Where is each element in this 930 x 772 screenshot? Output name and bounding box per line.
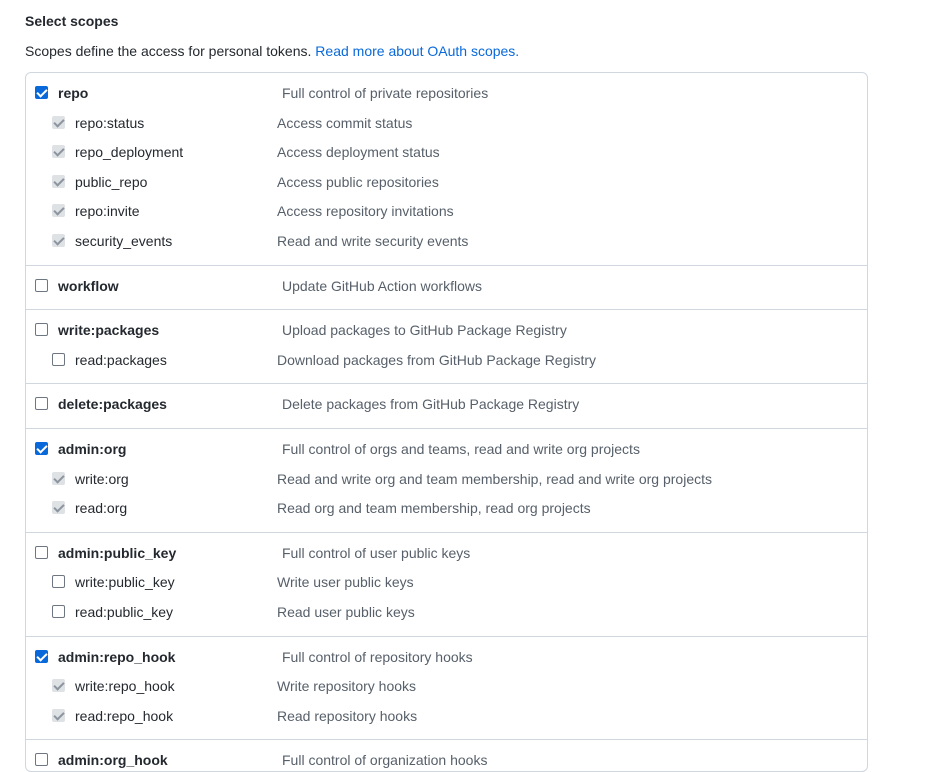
scope-checkbox[interactable] bbox=[35, 649, 48, 663]
sub-scope-row: repo_deployment Access deployment status bbox=[26, 140, 867, 170]
sub-scope-name: repo:status bbox=[75, 114, 145, 131]
scope-row: write:packages Upload packages to GitHub … bbox=[26, 318, 867, 348]
scope-name[interactable]: admin:repo_hook bbox=[58, 648, 175, 666]
sub-scope-row: read:packages Download packages from GitH… bbox=[26, 348, 867, 378]
scope-checkbox[interactable] bbox=[35, 753, 48, 767]
sub-scope-name[interactable]: write:public_key bbox=[75, 573, 175, 591]
scopes-list: repo Full control of private repositories… bbox=[25, 72, 868, 772]
sub-scope-row: security_events Read and write security e… bbox=[26, 229, 867, 259]
sub-scope-checkbox[interactable] bbox=[52, 352, 65, 366]
scope-checkbox[interactable] bbox=[35, 441, 48, 455]
sub-scope-row: repo:invite Access repository invitations bbox=[26, 199, 867, 229]
scope-group-delete-packages: delete:packages Delete packages from GitH… bbox=[26, 384, 867, 429]
scope-name[interactable]: admin:org bbox=[58, 440, 126, 458]
sub-scope-description: Download packages from GitHub Package Re… bbox=[277, 351, 597, 368]
sub-scope-name: public_repo bbox=[75, 173, 148, 190]
scope-checkbox[interactable] bbox=[35, 545, 48, 559]
scope-row: repo Full control of private repositories bbox=[26, 81, 867, 111]
sub-scope-row: read:org Read org and team membership, re… bbox=[26, 496, 867, 526]
sub-scope-checkbox bbox=[52, 204, 65, 218]
scopes-note-text: Scopes define the access for personal to… bbox=[25, 43, 312, 59]
sub-scope-checkbox bbox=[52, 471, 65, 485]
sub-scope-row: public_repo Access public repositories bbox=[26, 170, 867, 200]
scope-description: Full control of orgs and teams, read and… bbox=[282, 440, 640, 457]
sub-scope-name: read:org bbox=[75, 500, 128, 517]
sub-scope-row: write:repo_hook Write repository hooks bbox=[26, 674, 867, 704]
scope-description: Update GitHub Action workflows bbox=[282, 277, 482, 294]
scope-checkbox[interactable] bbox=[35, 278, 48, 292]
scope-checkbox[interactable] bbox=[35, 86, 48, 99]
sub-scope-checkbox[interactable] bbox=[52, 575, 65, 589]
sub-scope-row: read:public_key Read user public keys bbox=[26, 600, 867, 630]
scope-checkbox[interactable] bbox=[35, 397, 48, 411]
scope-group-repo: repo Full control of private repositories… bbox=[26, 73, 867, 266]
scope-row: admin:public_key Full control of user pub… bbox=[26, 541, 867, 571]
oauth-scopes-link[interactable]: Read more about OAuth scopes. bbox=[315, 43, 519, 59]
sub-scope-description: Access repository invitations bbox=[277, 203, 454, 220]
sub-scope-name: write:repo_hook bbox=[75, 678, 175, 695]
sub-scope-name: repo:invite bbox=[75, 203, 140, 220]
scope-group-admin-public-key: admin:public_key Full control of user pub… bbox=[26, 533, 867, 637]
sub-scope-description: Read and write security events bbox=[277, 232, 469, 249]
sub-scope-description: Read and write org and team membership, … bbox=[277, 470, 712, 487]
scope-group-admin-org-hook: admin:org_hook Full control of organizati… bbox=[26, 740, 867, 771]
sub-scope-checkbox bbox=[52, 679, 65, 693]
scope-name[interactable]: workflow bbox=[58, 277, 119, 295]
sub-scope-name: read:repo_hook bbox=[75, 707, 174, 724]
scopes-note: Scopes define the access for personal to… bbox=[25, 41, 519, 61]
scope-group-workflow: workflow Update GitHub Action workflows bbox=[26, 266, 867, 311]
sub-scope-row: write:org Read and write org and team mem… bbox=[26, 467, 867, 497]
scope-description: Full control of user public keys bbox=[282, 544, 471, 561]
scope-description: Upload packages to GitHub Package Regist… bbox=[282, 322, 567, 339]
sub-scope-checkbox bbox=[52, 708, 65, 722]
sub-scope-checkbox bbox=[52, 233, 65, 247]
scope-row: delete:packages Delete packages from GitH… bbox=[26, 392, 867, 422]
sub-scope-description: Write repository hooks bbox=[277, 678, 417, 695]
sub-scope-checkbox[interactable] bbox=[52, 604, 65, 618]
scope-description: Full control of private repositories bbox=[282, 85, 489, 101]
sub-scope-checkbox bbox=[52, 115, 65, 129]
sub-scope-description: Read org and team membership, read org p… bbox=[277, 500, 591, 517]
sub-scope-name: security_events bbox=[75, 232, 173, 249]
scope-name[interactable]: delete:packages bbox=[58, 395, 167, 413]
scope-description: Delete packages from GitHub Package Regi… bbox=[282, 396, 580, 413]
sub-scope-row: read:repo_hook Read repository hooks bbox=[26, 704, 867, 734]
select-scopes-heading: Select scopes bbox=[25, 13, 119, 29]
sub-scope-name[interactable]: read:packages bbox=[75, 351, 167, 369]
sub-scope-row: repo:status Access commit status bbox=[26, 111, 867, 141]
scope-group-write-packages: write:packages Upload packages to GitHub … bbox=[26, 310, 867, 385]
sub-scope-description: Access public repositories bbox=[277, 173, 439, 190]
sub-scope-description: Read repository hooks bbox=[277, 707, 418, 724]
scopes-page: Select scopes Scopes define the access f… bbox=[0, 0, 930, 772]
sub-scope-description: Access commit status bbox=[277, 114, 413, 131]
scope-row: admin:org_hook Full control of organizati… bbox=[26, 748, 867, 771]
scope-row: admin:repo_hook Full control of repositor… bbox=[26, 645, 867, 675]
scope-description: Full control of organization hooks bbox=[282, 752, 488, 769]
scope-name[interactable]: admin:org_hook bbox=[58, 751, 168, 769]
scope-description: Full control of repository hooks bbox=[282, 648, 473, 665]
scope-name[interactable]: repo bbox=[58, 84, 88, 102]
scope-group-admin-org: admin:org Full control of orgs and teams,… bbox=[26, 429, 867, 533]
scope-checkbox[interactable] bbox=[35, 323, 48, 337]
sub-scope-name[interactable]: read:public_key bbox=[75, 603, 173, 621]
scope-group-admin-repo-hook: admin:repo_hook Full control of repositor… bbox=[26, 637, 867, 741]
sub-scope-row: write:public_key Write user public keys bbox=[26, 570, 867, 600]
sub-scope-name: write:org bbox=[75, 470, 129, 487]
sub-scope-checkbox bbox=[52, 501, 65, 515]
sub-scope-description: Access deployment status bbox=[277, 144, 440, 161]
sub-scope-checkbox bbox=[52, 174, 65, 188]
scope-name[interactable]: write:packages bbox=[58, 321, 159, 339]
sub-scope-description: Read user public keys bbox=[277, 603, 415, 620]
sub-scope-checkbox bbox=[52, 145, 65, 159]
scope-row: admin:org Full control of orgs and teams,… bbox=[26, 437, 867, 467]
scope-name[interactable]: admin:public_key bbox=[58, 544, 176, 562]
scope-row: workflow Update GitHub Action workflows bbox=[26, 274, 867, 304]
sub-scope-description: Write user public keys bbox=[277, 574, 414, 591]
sub-scope-name: repo_deployment bbox=[75, 144, 184, 161]
